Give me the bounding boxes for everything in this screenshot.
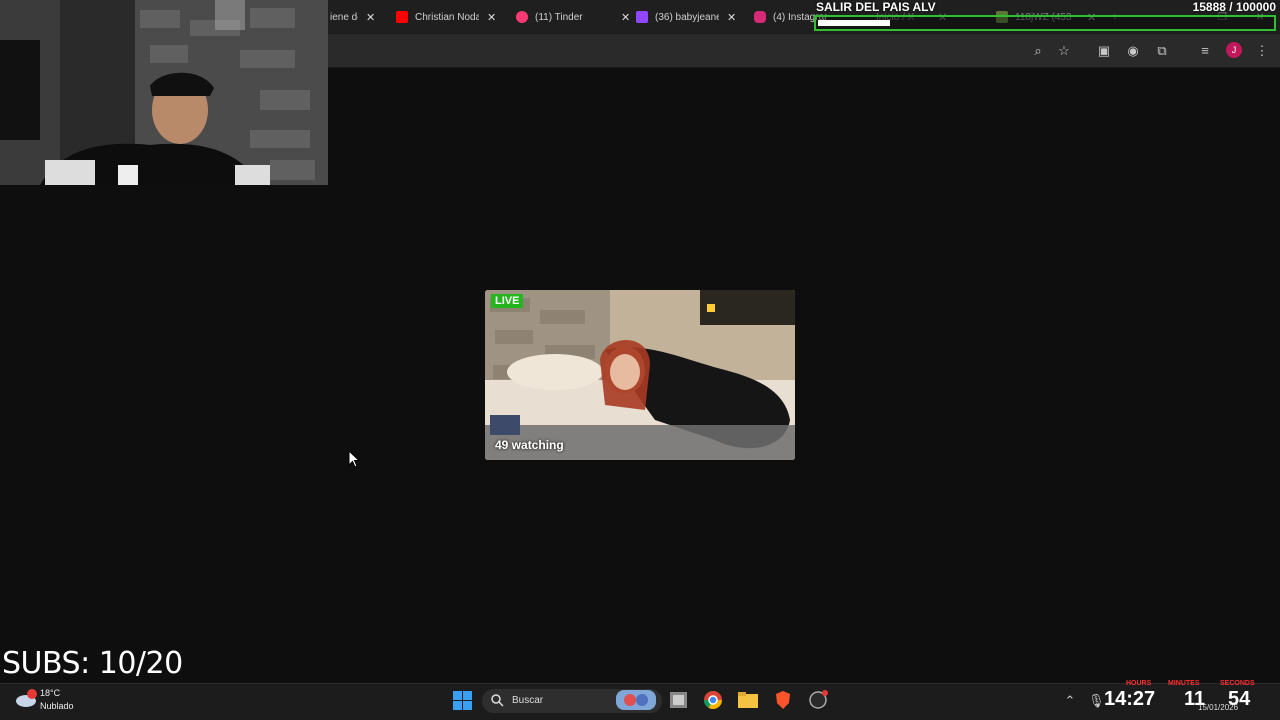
tab-close-icon[interactable]: ✕ (621, 11, 630, 24)
tab-title: Christian Noda (415, 11, 479, 23)
windows-start-icon[interactable] (453, 691, 472, 710)
webcam-overlay (0, 0, 328, 185)
tab-close-icon[interactable]: ✕ (366, 11, 375, 24)
clock-time: 14:27 (1104, 688, 1156, 710)
tinder-icon (516, 11, 528, 23)
zoom-icon[interactable]: ⌕ (1030, 43, 1046, 59)
tray-overflow-chevron-icon[interactable]: ⌃ (1062, 693, 1078, 709)
timer-label-minutes: MINUTES (1168, 680, 1200, 687)
timer-label-seconds: SECONDS (1220, 680, 1255, 687)
tab-close-icon[interactable]: ✕ (727, 11, 736, 24)
webcam-image (0, 0, 328, 185)
instagram-icon (754, 11, 766, 23)
browser-tab[interactable]: (36) babyjeane ✕ (636, 4, 736, 30)
tab-close-icon[interactable]: ✕ (487, 11, 496, 24)
goal-progress-bar (814, 15, 1276, 31)
tab-title: iene de (330, 11, 358, 23)
menu-kebab-icon[interactable]: ⋮ (1254, 43, 1270, 59)
mouse-cursor-icon (348, 450, 360, 468)
tab-title: (36) babyjeane (655, 11, 719, 23)
profile-avatar[interactable]: J (1226, 42, 1242, 58)
search-placeholder: Buscar (512, 695, 544, 706)
picture-in-picture-icon[interactable]: ▣ (1096, 43, 1112, 59)
chrome-icon[interactable] (704, 691, 722, 709)
viewer-count: 49 watching (495, 438, 564, 452)
twitch-icon (636, 11, 648, 23)
extensions-puzzle-icon[interactable]: ⧉ (1154, 43, 1170, 59)
youtube-icon (396, 11, 408, 23)
brave-icon[interactable] (775, 691, 791, 709)
extension-colored-icon[interactable]: ◉ (1125, 43, 1141, 59)
search-highlight-icon (616, 690, 656, 710)
browser-tab[interactable]: (11) Tinder ✕ (516, 4, 630, 30)
weather-temperature: 18°C (40, 688, 61, 698)
subs-counter: SUBS: 10/20 (2, 646, 183, 681)
goal-count: 15888 / 100000 (1192, 0, 1276, 14)
tab-title: (11) Tinder (535, 11, 583, 23)
timer-label-hours: HOURS (1126, 680, 1152, 687)
stream-thumbnail (485, 290, 795, 460)
microphone-icon[interactable]: 🎙 (1088, 693, 1105, 709)
clock-date: 15/01/2026 (1198, 703, 1239, 712)
live-stream-card[interactable]: LIVE 49 watching (485, 290, 795, 460)
search-icon (491, 694, 504, 707)
browser-tab[interactable]: iene de ✕ (330, 4, 375, 30)
weather-description: Nublado (40, 701, 74, 711)
bookmark-star-icon[interactable]: ☆ (1056, 43, 1072, 59)
screen: iene de ✕ Christian Noda ✕ (11) Tinder ✕… (0, 0, 1280, 720)
media-controls-icon[interactable]: ≡ (1197, 43, 1213, 59)
steam-app-icon[interactable] (809, 689, 829, 709)
weather-cloud-icon[interactable] (14, 688, 38, 708)
goal-title: SALIR DEL PAIS ALV (816, 0, 936, 14)
file-explorer-icon[interactable] (738, 692, 758, 708)
goal-progress-fill (818, 20, 891, 26)
browser-tab[interactable]: Christian Noda ✕ (396, 4, 496, 30)
task-view-icon[interactable] (670, 692, 687, 708)
live-badge: LIVE (491, 294, 524, 308)
